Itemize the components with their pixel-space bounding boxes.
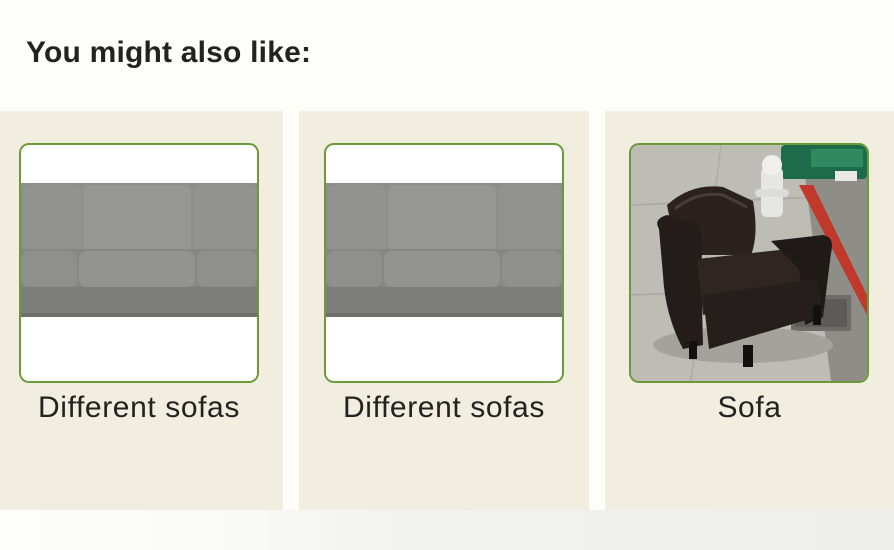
related-item-card[interactable]: Different sofas [0, 111, 283, 510]
related-items-list: Different sofas Different sofas Sofa [0, 111, 894, 510]
related-items-section: You might also like: Different sofas Dif… [0, 0, 894, 550]
gray-sofa-image [21, 145, 257, 381]
related-item-caption[interactable]: Different sofas [0, 391, 278, 425]
related-item-card[interactable]: Sofa [605, 111, 894, 510]
related-item-thumbnail[interactable] [19, 143, 259, 383]
related-item-caption[interactable]: Different sofas [299, 391, 589, 425]
footer-divider [0, 510, 894, 550]
section-title: You might also like: [26, 36, 312, 69]
gray-sofa-image [326, 145, 562, 381]
related-item-thumbnail[interactable] [629, 143, 869, 383]
related-item-card[interactable]: Different sofas [299, 111, 589, 510]
related-item-thumbnail[interactable] [324, 143, 564, 383]
related-item-caption[interactable]: Sofa [605, 391, 894, 425]
leather-armchair-image [631, 145, 867, 381]
